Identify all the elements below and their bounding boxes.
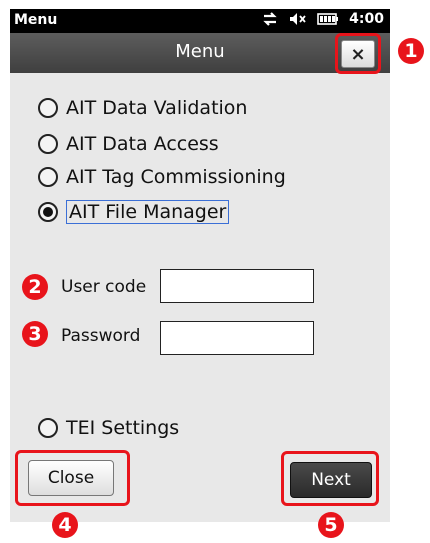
user-code-label: User code: [61, 277, 147, 297]
option-ait-tag-commissioning[interactable]: AIT Tag Commissioning: [38, 166, 286, 188]
callout-box-close-button: [15, 450, 130, 506]
option-label: AIT Tag Commissioning: [66, 166, 286, 188]
password-field[interactable]: [160, 321, 314, 355]
status-time: 4:00: [349, 11, 384, 27]
callout-box-next-button: [281, 451, 379, 506]
radio-button[interactable]: [38, 134, 58, 154]
callout-badge-3: 3: [22, 321, 48, 347]
callout-badge-5: 5: [318, 512, 344, 538]
radio-button[interactable]: [38, 418, 58, 438]
password-label: Password: [61, 326, 141, 346]
radio-button-selected[interactable]: [38, 202, 58, 222]
option-ait-data-validation[interactable]: AIT Data Validation: [38, 97, 247, 119]
battery-icon[interactable]: [317, 11, 339, 27]
option-tei-settings[interactable]: TEI Settings: [38, 417, 179, 439]
app-screen: [10, 9, 390, 522]
status-app-name: Menu: [14, 12, 58, 28]
title-bar: Menu: [10, 33, 390, 73]
option-label: TEI Settings: [66, 417, 180, 439]
radio-button[interactable]: [38, 98, 58, 118]
radio-button[interactable]: [38, 167, 58, 187]
page-title: Menu: [175, 41, 225, 62]
user-code-field[interactable]: [160, 269, 314, 303]
option-label: AIT Data Validation: [66, 97, 248, 119]
status-bar: Menu 4:00: [10, 9, 390, 33]
option-ait-data-access[interactable]: AIT Data Access: [38, 133, 219, 155]
option-label: AIT File Manager: [66, 200, 230, 224]
callout-box-close-x: [335, 33, 381, 74]
option-label: AIT Data Access: [66, 133, 219, 155]
option-ait-file-manager[interactable]: AIT File Manager: [38, 200, 230, 224]
callout-badge-2: 2: [22, 274, 48, 300]
network-sync-icon[interactable]: [261, 11, 279, 27]
callout-badge-1: 1: [398, 38, 424, 64]
status-tray: 4:00: [261, 11, 384, 27]
volume-muted-icon[interactable]: [289, 11, 307, 27]
callout-badge-4: 4: [52, 512, 78, 538]
